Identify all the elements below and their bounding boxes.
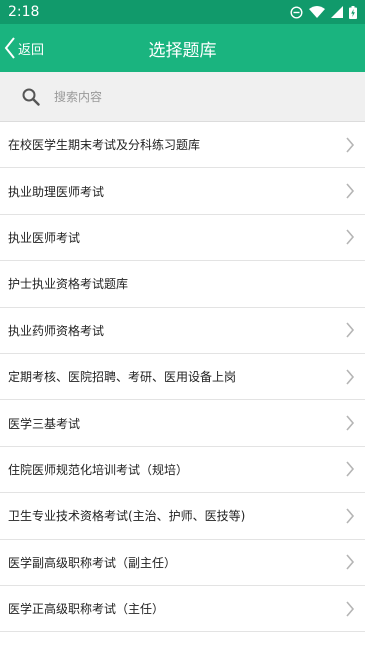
chevron-right-icon	[346, 415, 355, 431]
battery-icon	[349, 5, 357, 19]
list-item-label: 医学三基考试	[8, 416, 81, 431]
chevron-right-icon	[346, 322, 355, 338]
back-button[interactable]: 返回	[4, 24, 44, 72]
status-bar: 2:18	[0, 0, 365, 24]
list-item[interactable]: 医学正高级职称考试（主任）	[0, 586, 365, 633]
list-item-label: 执业助理医师考试	[8, 184, 105, 199]
chevron-right-icon	[346, 508, 355, 524]
chevron-right-icon	[346, 461, 355, 477]
list-item-label: 护士执业资格考试题库	[8, 277, 129, 292]
list-item-label: 执业药师资格考试	[8, 323, 105, 338]
list-item-label: 执业医师考试	[8, 230, 81, 245]
chevron-right-icon	[346, 183, 355, 199]
list-item[interactable]: 在校医学生期末考试及分科练习题库	[0, 122, 365, 169]
chevron-right-icon	[346, 369, 355, 385]
list-item[interactable]: 护士执业资格考试题库	[0, 261, 365, 308]
back-label: 返回	[18, 42, 45, 58]
page-title: 选择题库	[148, 40, 217, 61]
chevron-right-icon	[346, 601, 355, 617]
status-icons	[290, 5, 357, 19]
list-item[interactable]: 执业药师资格考试	[0, 308, 365, 354]
status-time: 2:18	[8, 4, 40, 20]
chevron-right-icon	[346, 229, 355, 245]
do-not-disturb-icon	[290, 5, 303, 19]
wifi-icon	[309, 6, 325, 18]
list-item-label: 医学副高级职称考试（副主任）	[8, 555, 177, 570]
list-item-label: 住院医师规范化培训考试（规培）	[8, 462, 189, 477]
search-icon	[22, 88, 40, 106]
exam-bank-list: 在校医学生期末考试及分科练习题库 执业助理医师考试 执业医师考试护士执业资格考试题库…	[0, 122, 365, 633]
list-item[interactable]: 卫生专业技术资格考试(主治、护师、医技等)	[0, 493, 365, 540]
chevron-right-icon	[346, 554, 355, 570]
list-item[interactable]: 定期考核、医院招聘、考研、医用设备上岗	[0, 354, 365, 401]
chevron-left-icon	[4, 37, 15, 59]
list-item[interactable]: 住院医师规范化培训考试（规培）	[0, 447, 365, 494]
list-item[interactable]: 医学三基考试	[0, 400, 365, 447]
list-item-label: 医学正高级职称考试（主任）	[8, 602, 165, 617]
list-item[interactable]: 执业助理医师考试	[0, 168, 365, 215]
list-item[interactable]: 执业医师考试	[0, 215, 365, 262]
chevron-right-icon	[346, 137, 355, 153]
list-item-label: 定期考核、医院招聘、考研、医用设备上岗	[8, 370, 237, 385]
list-item-label: 在校医学生期末考试及分科练习题库	[8, 138, 201, 153]
search-input[interactable]: 搜索内容	[54, 88, 102, 105]
search-bar[interactable]: 搜索内容	[0, 72, 365, 122]
signal-icon	[331, 6, 343, 18]
list-item-label: 卫生专业技术资格考试(主治、护师、医技等)	[8, 509, 246, 524]
app-bar: 返回 选择题库	[0, 24, 365, 72]
list-item[interactable]: 医学副高级职称考试（副主任）	[0, 540, 365, 586]
